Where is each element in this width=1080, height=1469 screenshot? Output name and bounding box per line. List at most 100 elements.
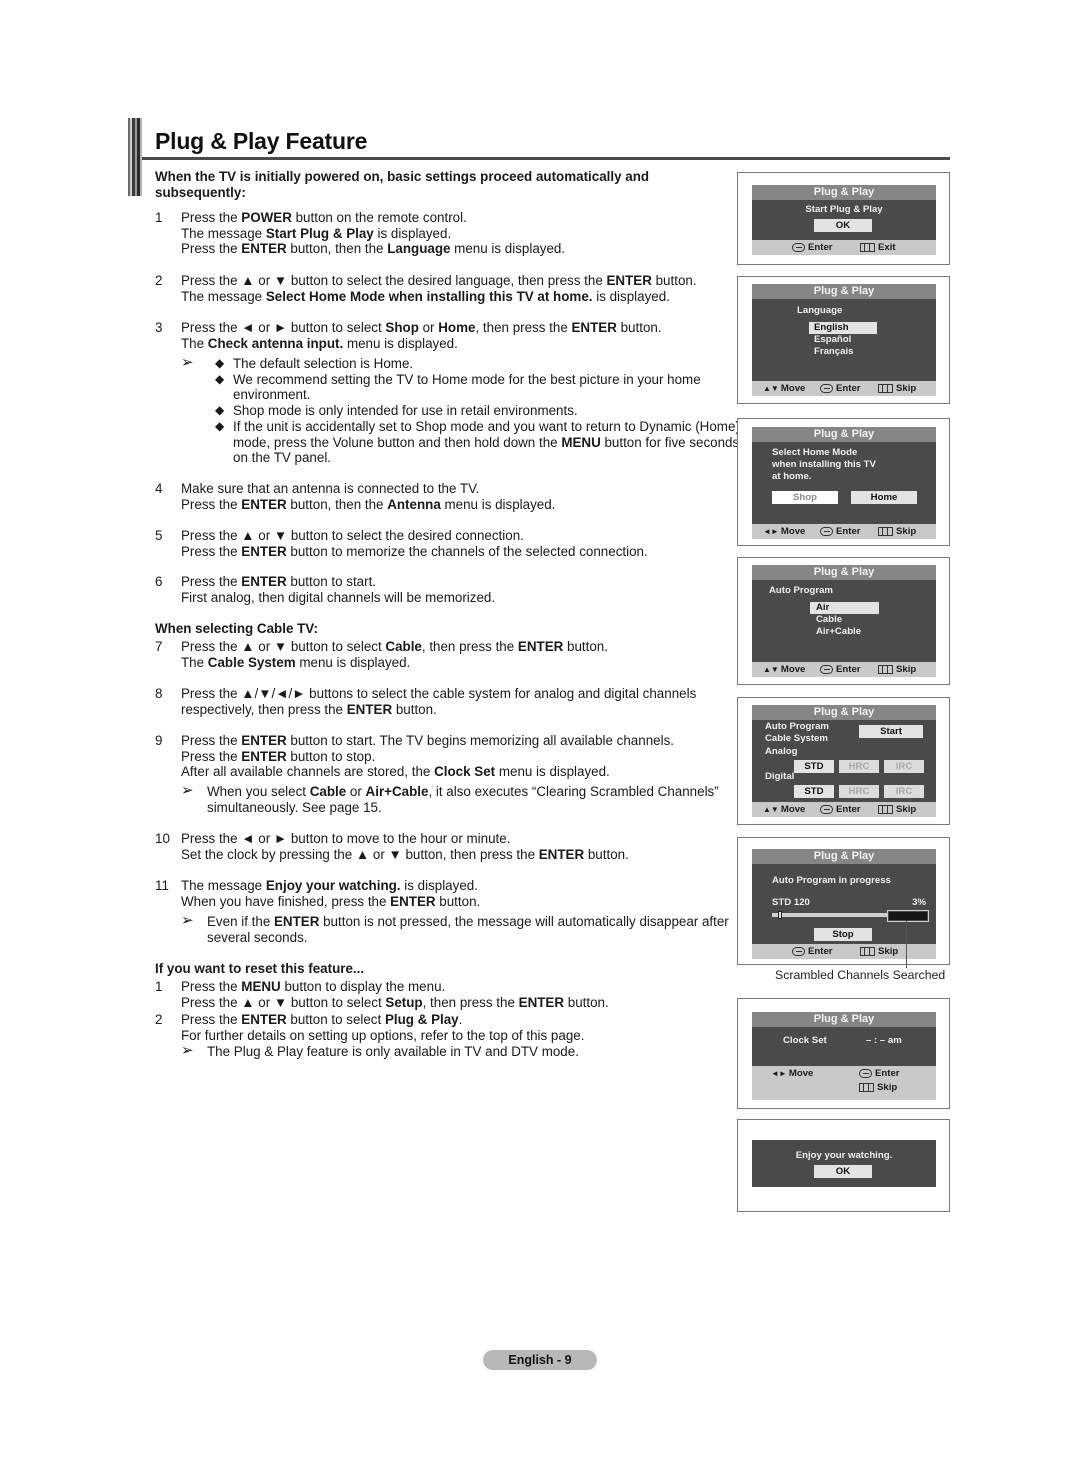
title-rule bbox=[142, 157, 950, 160]
enter-icon bbox=[820, 664, 833, 674]
diamond-bullet-icon: ◆ bbox=[215, 371, 225, 386]
footer-skip: Skip bbox=[878, 662, 916, 677]
digital-hrc-button[interactable]: HRC bbox=[839, 785, 879, 798]
osd-footer: ▲▼ Move Enter Skip bbox=[752, 662, 936, 677]
step-text: Press the ◄ or ► button to move to the h… bbox=[181, 831, 629, 862]
footer-enter: Enter bbox=[820, 524, 861, 539]
ok-button[interactable]: OK bbox=[814, 1165, 872, 1178]
language-label: Language bbox=[797, 305, 843, 316]
step-text: Press the POWER button on the remote con… bbox=[181, 210, 566, 257]
menu-icon bbox=[878, 664, 893, 674]
osd-clock-screen: Plug & Play Clock Set – : – am ◄► Move En… bbox=[737, 998, 950, 1109]
percent-readout: 3% bbox=[912, 897, 926, 908]
stop-button[interactable]: Stop bbox=[814, 928, 872, 941]
osd-title: Plug & Play bbox=[752, 849, 936, 864]
digital-irc-button[interactable]: IRC bbox=[884, 785, 924, 798]
up-down-icon: ▲▼ bbox=[763, 384, 779, 393]
step-number: 1 bbox=[155, 979, 163, 994]
note-arrow-icon: ➢ bbox=[181, 912, 194, 929]
up-down-icon: ▲▼ bbox=[763, 665, 779, 674]
osd-progress-screen: Plug & Play Auto Program in progress STD… bbox=[737, 837, 950, 965]
enter-icon bbox=[859, 1068, 872, 1078]
footer-skip: Skip bbox=[878, 524, 916, 539]
step-number: 3 bbox=[155, 320, 163, 335]
step-3-bullets: ➢ ◆ The default selection is Home. ◆ We re… bbox=[181, 355, 741, 466]
scrambled-channels-caption: Scrambled Channels Searched bbox=[775, 968, 946, 982]
step-text: Press the ENTER button to select Plug & … bbox=[181, 1012, 585, 1043]
page-number-badge: English - 9 bbox=[483, 1350, 597, 1370]
menu-icon bbox=[860, 242, 875, 252]
analog-hrc-button[interactable]: HRC bbox=[839, 760, 879, 773]
footer-skip: Skip bbox=[859, 1082, 897, 1093]
footer-enter: Enter bbox=[820, 381, 861, 396]
osd-panel: Plug & Play Auto Program Air Cable Air+C… bbox=[752, 565, 936, 677]
intro-text: When the TV is initially powered on, bas… bbox=[155, 169, 650, 200]
step-text: Press the MENU button to display the men… bbox=[181, 979, 609, 1010]
step-number: 9 bbox=[155, 733, 163, 748]
enter-icon bbox=[820, 804, 833, 814]
language-option-francais[interactable]: Français bbox=[814, 346, 853, 358]
language-option-english[interactable]: English bbox=[809, 322, 877, 334]
bullet-item: ◆ Shop mode is only intended for use in r… bbox=[215, 403, 578, 419]
osd-panel: Plug & Play Language English Español Fra… bbox=[752, 284, 936, 396]
footer-skip: Skip bbox=[878, 381, 916, 396]
auto-program-label: Auto Program bbox=[769, 585, 833, 596]
step-number: 10 bbox=[155, 831, 170, 846]
digital-std-button[interactable]: STD bbox=[794, 785, 834, 798]
left-right-icon: ◄► bbox=[763, 527, 779, 536]
enter-icon bbox=[792, 242, 805, 252]
footer-skip: Skip bbox=[860, 944, 898, 959]
step-text: Press the ▲/▼/◄/► buttons to select the … bbox=[181, 686, 697, 717]
analog-label: Analog bbox=[765, 746, 798, 757]
section-marker-bar bbox=[128, 118, 142, 196]
ok-button[interactable]: OK bbox=[814, 219, 872, 232]
diamond-bullet-icon: ◆ bbox=[215, 356, 225, 370]
menu-icon bbox=[859, 1082, 874, 1092]
start-button[interactable]: Start bbox=[859, 725, 923, 738]
footer-move: ▲▼ Move bbox=[763, 802, 805, 817]
progress-message: Auto Program in progress bbox=[772, 875, 891, 886]
osd-title: Plug & Play bbox=[752, 1012, 936, 1027]
digital-label: Digital bbox=[765, 771, 795, 782]
step-number: 4 bbox=[155, 481, 163, 496]
analog-irc-button[interactable]: IRC bbox=[884, 760, 924, 773]
channel-readout: STD 120 bbox=[772, 897, 810, 908]
connection-option-air-cable[interactable]: Air+Cable bbox=[816, 626, 861, 638]
osd-home-mode-screen: Plug & Play Select Home Mode when instal… bbox=[737, 418, 950, 546]
cable-tv-heading: When selecting Cable TV: bbox=[155, 621, 318, 636]
auto-program-label: Auto Program bbox=[765, 721, 829, 732]
osd-footer: Enter Skip bbox=[752, 944, 936, 959]
language-option-espanol[interactable]: Español bbox=[814, 334, 851, 346]
shop-button[interactable]: Shop bbox=[772, 491, 838, 504]
enter-icon bbox=[820, 383, 833, 393]
cable-system-label: Cable System bbox=[765, 733, 828, 744]
step-number: 5 bbox=[155, 528, 163, 543]
left-right-icon: ◄► bbox=[771, 1068, 787, 1078]
osd-footer: ▲▼ Move Enter Skip bbox=[752, 802, 936, 817]
callout-leader-line bbox=[906, 921, 907, 968]
connection-option-cable[interactable]: Cable bbox=[816, 614, 842, 626]
note-arrow-icon: ➢ bbox=[181, 782, 194, 799]
osd-footer: ◄► Move Enter Skip bbox=[752, 524, 936, 539]
osd-title: Plug & Play bbox=[752, 705, 936, 720]
diamond-bullet-icon: ◆ bbox=[215, 403, 225, 418]
step-text: Press the ◄ or ► button to select Shop o… bbox=[181, 320, 662, 351]
footer-move: ▲▼ Move bbox=[763, 381, 805, 396]
osd-message: Start Plug & Play bbox=[805, 204, 883, 215]
osd-panel: Plug & Play Auto Program in progress STD… bbox=[752, 849, 936, 959]
connection-option-air[interactable]: Air bbox=[810, 602, 879, 614]
osd-start-screen: Plug & Play Start Plug & Play OK Enter E… bbox=[737, 172, 950, 265]
analog-std-button[interactable]: STD bbox=[794, 760, 834, 773]
clock-value[interactable]: – : – am bbox=[866, 1035, 902, 1046]
osd-panel: Plug & Play Auto Program Cable System St… bbox=[752, 705, 936, 817]
note-arrow-icon: ➢ bbox=[181, 1042, 194, 1059]
step-number: 7 bbox=[155, 639, 163, 654]
menu-icon bbox=[878, 383, 893, 393]
osd-panel: Plug & Play Clock Set – : – am ◄► Move En… bbox=[752, 1012, 936, 1100]
footer-move: ◄► Move bbox=[763, 524, 805, 539]
step-number: 2 bbox=[155, 1012, 163, 1027]
footer-enter: Enter bbox=[792, 240, 833, 255]
home-button[interactable]: Home bbox=[851, 491, 917, 504]
clock-set-label: Clock Set bbox=[783, 1035, 827, 1046]
step-text: Press the ▲ or ▼ button to select Cable,… bbox=[181, 639, 608, 670]
